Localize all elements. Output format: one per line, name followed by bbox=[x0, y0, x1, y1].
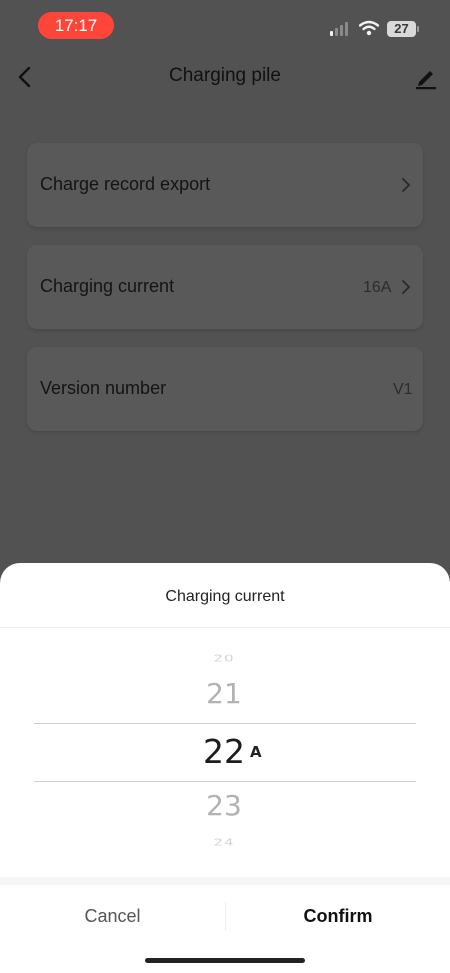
picker-unit: A bbox=[250, 743, 262, 761]
picker-option[interactable]: 23 bbox=[0, 789, 448, 822]
picker-selection-bottom-line bbox=[34, 781, 416, 782]
settings-item-version-number: Version number V1 bbox=[27, 347, 423, 431]
nav-bar: Charging pile bbox=[0, 52, 450, 100]
wifi-icon bbox=[359, 20, 379, 36]
picker-option-selected[interactable]: 22 bbox=[0, 732, 448, 771]
sheet-divider bbox=[0, 627, 450, 628]
status-time: 17:17 bbox=[38, 12, 114, 39]
chevron-right-icon bbox=[402, 178, 411, 192]
battery-cap bbox=[417, 26, 419, 32]
picker-option[interactable]: 24 bbox=[0, 836, 448, 848]
picker-option[interactable]: 21 bbox=[0, 677, 448, 710]
settings-item-label: Charging current bbox=[40, 276, 175, 296]
edit-pencil-icon[interactable] bbox=[413, 64, 439, 90]
picker-title: Charging current bbox=[165, 588, 285, 605]
footer-spacer bbox=[0, 877, 450, 885]
picker-option[interactable]: 20 bbox=[0, 652, 448, 664]
settings-item-value: 16A bbox=[363, 279, 392, 296]
settings-item-charge-record-export[interactable]: Charge record export bbox=[27, 143, 423, 227]
settings-item-label: Version number bbox=[40, 378, 167, 398]
settings-item-value: V1 bbox=[393, 381, 413, 398]
battery-icon: 27 bbox=[387, 21, 416, 37]
picker-selection-top-line bbox=[34, 723, 416, 724]
chevron-right-icon bbox=[402, 280, 411, 294]
status-bar: 17:17 27 bbox=[0, 0, 450, 52]
page-title: Charging pile bbox=[169, 65, 281, 86]
settings-item-label: Charge record export bbox=[40, 174, 211, 194]
settings-item-charging-current[interactable]: Charging current 16A bbox=[27, 245, 423, 329]
picker-sheet: Charging current 20 21 22 A 23 24 Cancel… bbox=[0, 563, 450, 973]
confirm-button[interactable]: Confirm bbox=[226, 885, 450, 949]
signal-icon bbox=[330, 22, 352, 36]
cancel-button[interactable]: Cancel bbox=[0, 885, 225, 949]
home-indicator[interactable] bbox=[145, 958, 305, 963]
